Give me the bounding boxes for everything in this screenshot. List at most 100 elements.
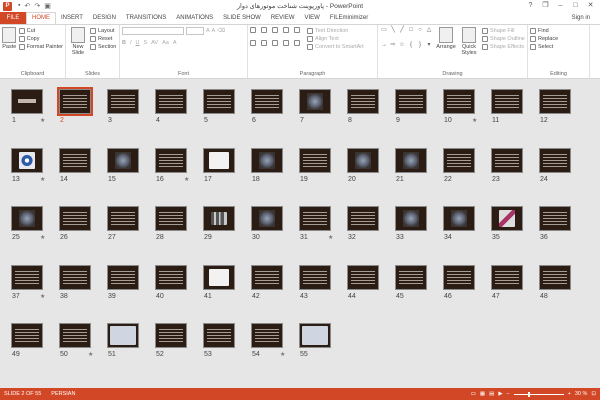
slide-thumbnail[interactable] (203, 89, 235, 114)
slide-thumbnail[interactable] (539, 89, 571, 114)
shapes-gallery[interactable]: ▭ ╲ ╱ □ ○ △ → ⇨ ☆ { } ▾ (380, 27, 433, 56)
font-color-icon[interactable]: A (173, 39, 177, 47)
layout-button[interactable]: Layout (90, 27, 116, 35)
slide-thumbnail[interactable] (11, 323, 43, 348)
slide-thumbnail[interactable] (11, 206, 43, 231)
slide-thumbnail[interactable] (251, 206, 283, 231)
slide-thumbnail[interactable] (251, 264, 283, 290)
close-button[interactable]: ✕ (583, 0, 598, 12)
slide-thumbnail[interactable] (11, 89, 43, 114)
tab-view[interactable]: VIEW (300, 12, 325, 24)
zoom-slider[interactable] (513, 391, 564, 397)
slide-thumbnail[interactable] (491, 89, 523, 114)
slide-thumbnail[interactable] (251, 323, 283, 348)
bullets-icon[interactable] (250, 27, 256, 33)
italic-button[interactable]: I (130, 39, 132, 47)
bold-button[interactable]: B (122, 39, 126, 47)
slide-thumbnail[interactable] (59, 323, 91, 348)
zoom-out-button[interactable]: – (507, 391, 510, 397)
transition-star-icon[interactable]: ★ (40, 176, 45, 183)
slide-thumbnail[interactable] (347, 147, 379, 173)
slide-thumbnail[interactable] (539, 264, 571, 290)
transition-star-icon[interactable]: ★ (40, 117, 45, 124)
tab-review[interactable]: REVIEW (266, 12, 300, 24)
triangle-shape-icon[interactable]: △ (425, 27, 433, 34)
convert-smartart-button[interactable]: Convert to SmartArt (307, 43, 364, 51)
slide-thumbnail[interactable] (155, 89, 187, 114)
transition-star-icon[interactable]: ★ (184, 176, 189, 183)
increase-indent-icon[interactable] (283, 27, 289, 33)
transition-star-icon[interactable]: ★ (40, 234, 45, 241)
slide-thumbnail[interactable] (299, 264, 331, 290)
line-shape-icon[interactable]: ╲ (389, 27, 397, 34)
slide-thumbnail[interactable] (395, 206, 427, 231)
shape-outline-button[interactable]: Shape Outline (482, 35, 525, 43)
shrink-font-icon[interactable]: A (212, 27, 216, 35)
text-box-shape-icon[interactable]: ▭ (380, 27, 388, 34)
transition-star-icon[interactable]: ★ (40, 293, 45, 300)
slide-thumbnail[interactable] (11, 147, 43, 173)
replace-button[interactable]: Replace (530, 35, 587, 43)
quick-styles-button[interactable]: Quick Styles (459, 27, 479, 56)
font-size-dropdown[interactable] (186, 27, 204, 35)
underline-button[interactable]: U (136, 39, 140, 47)
slide-thumbnail[interactable] (539, 147, 571, 173)
tab-insert[interactable]: INSERT (56, 12, 88, 24)
ribbon-display-button[interactable]: ❐ (538, 0, 553, 12)
slide-thumbnail[interactable] (491, 264, 523, 290)
shape-effects-button[interactable]: Shape Effects (482, 43, 525, 51)
slide-thumbnail[interactable] (395, 264, 427, 290)
tab-design[interactable]: DESIGN (88, 12, 121, 24)
change-case-icon[interactable]: Aa (162, 39, 169, 47)
slide-thumbnail[interactable] (443, 147, 475, 173)
slide-thumbnail[interactable] (155, 206, 187, 231)
slide-thumbnail[interactable] (155, 264, 187, 290)
brace-shape-icon[interactable]: { (407, 42, 415, 49)
zoom-in-button[interactable]: + (568, 391, 571, 397)
tab-fileminimizer[interactable]: FILEminimizer (325, 12, 373, 24)
format-painter-button[interactable]: Format Painter (18, 43, 63, 51)
slide-thumbnail[interactable] (491, 147, 523, 173)
slide-thumbnail[interactable] (395, 89, 427, 114)
align-right-icon[interactable] (272, 40, 278, 46)
tab-slide-show[interactable]: SLIDE SHOW (218, 12, 266, 24)
normal-view-icon[interactable]: ▭ (471, 391, 476, 397)
clear-formatting-icon[interactable]: ⌫ (217, 27, 225, 35)
align-left-icon[interactable] (250, 40, 256, 46)
slide-thumbnail[interactable] (299, 206, 331, 231)
character-spacing-icon[interactable]: AV (151, 39, 158, 47)
slide-thumbnail[interactable] (203, 206, 235, 231)
slide-thumbnail[interactable] (107, 89, 139, 114)
fit-to-window-icon[interactable]: ⊡ (591, 391, 596, 397)
zoom-level[interactable]: 30 % (575, 391, 588, 397)
slide-show-view-icon[interactable]: ▶ (498, 391, 502, 397)
slide-thumbnail[interactable] (11, 264, 43, 290)
slide-thumbnail[interactable] (203, 147, 235, 173)
slide-thumbnail[interactable] (251, 147, 283, 173)
minimize-button[interactable]: – (553, 0, 568, 12)
slide-thumbnail[interactable] (155, 147, 187, 173)
arrow-shape-icon[interactable]: ⇨ (389, 42, 397, 49)
line-shape-icon[interactable]: ╱ (398, 27, 406, 34)
reset-button[interactable]: Reset (90, 35, 116, 43)
transition-star-icon[interactable]: ★ (328, 234, 333, 241)
help-button[interactable]: ? (523, 0, 538, 12)
slide-thumbnail[interactable] (59, 147, 91, 173)
align-center-icon[interactable] (261, 40, 267, 46)
slide-thumbnail[interactable] (395, 147, 427, 173)
new-slide-button[interactable]: New Slide (68, 27, 88, 56)
section-button[interactable]: Section (90, 43, 116, 51)
save-icon[interactable]: ▪ (18, 2, 20, 10)
arrow-shape-icon[interactable]: → (380, 42, 388, 49)
zoom-slider-knob[interactable] (528, 391, 531, 397)
slide-thumbnail[interactable] (299, 89, 331, 114)
powerpoint-app-icon[interactable]: P (3, 1, 12, 11)
strikethrough-button[interactable]: S (144, 39, 148, 47)
slide-thumbnail[interactable] (203, 323, 235, 348)
copy-button[interactable]: Copy (18, 35, 63, 43)
slide-sorter-view-icon[interactable]: ▦ (480, 391, 485, 397)
justify-icon[interactable] (283, 40, 289, 46)
cut-button[interactable]: Cut (18, 27, 63, 35)
text-direction-button[interactable]: Text Direction (307, 27, 364, 35)
maximize-button[interactable]: □ (568, 0, 583, 12)
